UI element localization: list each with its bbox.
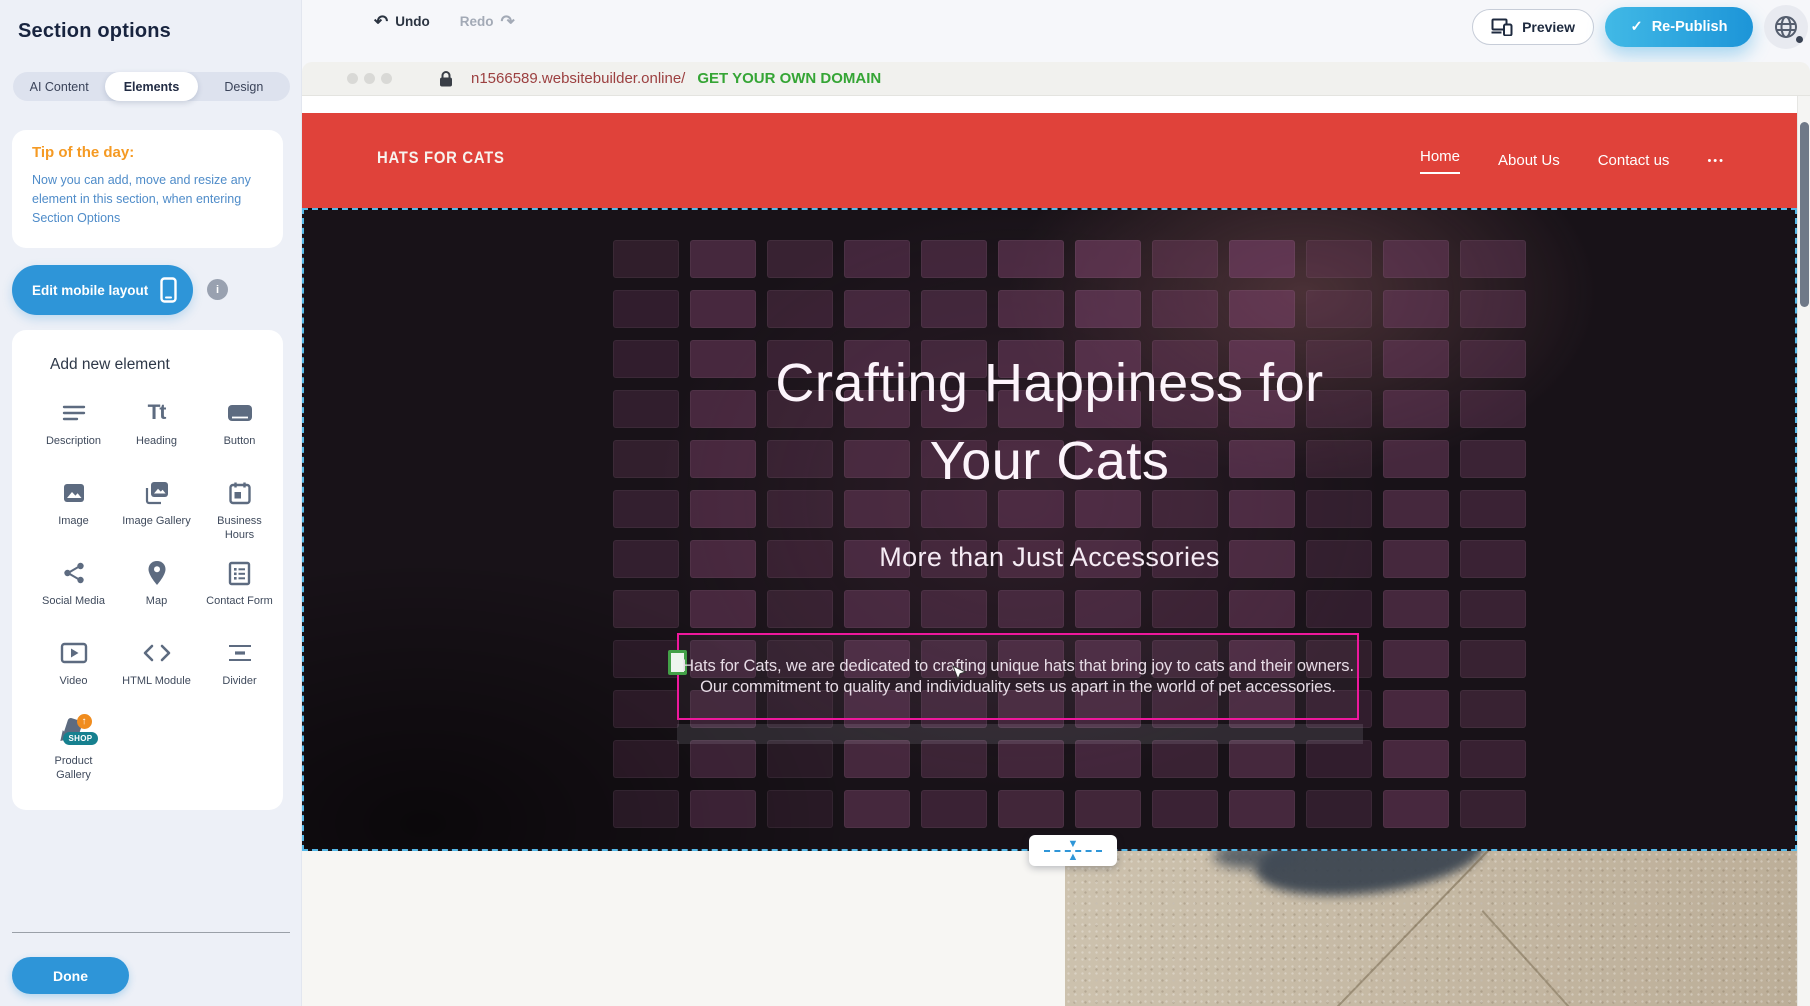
element-divider[interactable]: Divider (198, 630, 281, 710)
tab-ai-content[interactable]: AI Content (13, 72, 105, 101)
html-module-icon (143, 638, 171, 668)
undo-icon: ↶ (374, 13, 388, 30)
upgrade-badge-icon: ↑ (77, 714, 92, 729)
selected-text-element[interactable]: Hats for Cats, we are dedicated to craft… (677, 633, 1359, 720)
shop-badge: SHOP (63, 732, 99, 745)
add-new-element-title: Add new element (50, 356, 170, 374)
nav-item-about-us[interactable]: About Us (1498, 152, 1560, 169)
hero-heading-line2: Your Cats (304, 422, 1795, 500)
element-grid: Description Tt Heading Button Ima (32, 390, 283, 790)
lock-icon (439, 71, 453, 87)
element-description[interactable]: Description (32, 390, 115, 470)
element-html-module[interactable]: HTML Module (115, 630, 198, 710)
product-gallery-icon: ↑ SHOP (56, 718, 92, 748)
republish-label: Re-Publish (1652, 19, 1728, 35)
page-scrollbar (1797, 96, 1810, 1006)
map-icon (147, 558, 167, 588)
preview-label: Preview (1522, 19, 1575, 35)
nav-item-home[interactable]: Home (1420, 148, 1460, 174)
panel-title: Section options (18, 20, 171, 43)
element-contact-form[interactable]: Contact Form (198, 550, 281, 630)
undo-button[interactable]: ↶ Undo (374, 13, 430, 30)
description-icon (61, 398, 87, 428)
tab-elements[interactable]: Elements (105, 72, 197, 101)
button-icon (226, 398, 254, 428)
hero-subtitle[interactable]: More than Just Accessories (304, 542, 1795, 573)
get-your-own-domain-link[interactable]: GET YOUR OWN DOMAIN (697, 70, 881, 87)
republish-button[interactable]: ✓ Re-Publish (1605, 7, 1753, 47)
globe-notification-dot (1796, 36, 1803, 43)
mouse-cursor (952, 665, 966, 683)
social-media-icon (62, 558, 86, 588)
section-options-panel: Section options AI Content Elements Desi… (0, 0, 302, 1006)
undo-label: Undo (395, 14, 430, 29)
redo-label: Redo (460, 14, 494, 29)
nav-more-menu[interactable]: ••• (1707, 155, 1725, 167)
hero-paragraph-line2: Our commitment to quality and individual… (700, 678, 1336, 697)
scrollbar-thumb[interactable] (1800, 122, 1809, 307)
tip-card: Tip of the day: Now you can add, move an… (12, 130, 283, 248)
tab-design[interactable]: Design (198, 72, 290, 101)
done-button[interactable]: Done (12, 957, 129, 994)
floor-image (1065, 851, 1797, 1006)
panel-divider (12, 932, 290, 933)
element-image-gallery[interactable]: Image Gallery (115, 470, 198, 550)
contact-form-icon (228, 558, 251, 588)
history-controls: ↶ Undo Redo ↷ (374, 13, 515, 30)
business-hours-icon (228, 478, 252, 508)
panel-tabs: AI Content Elements Design (13, 72, 290, 101)
devices-icon (1491, 18, 1513, 36)
image-gallery-icon (143, 478, 171, 508)
image-icon (62, 478, 86, 508)
tile-grout-line (1482, 910, 1577, 1006)
window-dots (347, 73, 392, 84)
address-bar-url[interactable]: n1566589.websitebuilder.online/ (471, 70, 685, 87)
hero-section-selected[interactable]: Crafting Happiness for Your Cats More th… (302, 208, 1797, 851)
editor-topbar: ↶ Undo Redo ↷ Preview ✓ Re-Publish (302, 0, 1810, 62)
site-preview-viewport: HATS FOR CATS Home About Us Contact us •… (302, 96, 1797, 1006)
edit-mobile-layout-label: Edit mobile layout (32, 283, 148, 298)
arrow-up-icon: ▲ (1068, 853, 1079, 862)
tip-title: Tip of the day: (32, 144, 265, 161)
element-business-hours[interactable]: Business Hours (198, 470, 281, 550)
hero-heading-line1: Crafting Happiness for (304, 344, 1795, 422)
add-new-element-card: Add new element Description Tt Heading (12, 330, 283, 810)
edit-mobile-layout-button[interactable]: Edit mobile layout (12, 265, 193, 315)
element-hover-highlight (677, 724, 1363, 744)
hero-paragraph-line1: Hats for Cats, we are dedicated to craft… (682, 657, 1354, 676)
redo-icon: ↷ (501, 13, 515, 30)
globe-button[interactable] (1764, 5, 1808, 49)
element-video[interactable]: Video (32, 630, 115, 710)
element-product-gallery[interactable]: ↑ SHOP Product Gallery (32, 710, 115, 790)
heading-icon: Tt (148, 398, 166, 428)
topbar-actions: Preview ✓ Re-Publish (1472, 5, 1808, 49)
check-icon: ✓ (1631, 19, 1643, 35)
element-social-media[interactable]: Social Media (32, 550, 115, 630)
section-resize-handle[interactable]: ▼ ▲ (1029, 835, 1117, 866)
site-logo[interactable]: HATS FOR CATS (377, 149, 505, 168)
website-builder-app: ↶ Undo Redo ↷ Preview ✓ Re-Publish (0, 0, 1810, 1006)
video-icon (60, 638, 88, 668)
redo-button[interactable]: Redo ↷ (460, 13, 515, 30)
arrow-down-icon: ▼ (1068, 840, 1079, 849)
element-heading[interactable]: Tt Heading (115, 390, 198, 470)
divider-icon (227, 638, 253, 668)
element-image[interactable]: Image (32, 470, 115, 550)
tip-body: Now you can add, move and resize any ele… (32, 171, 265, 227)
element-button[interactable]: Button (198, 390, 281, 470)
preview-button[interactable]: Preview (1472, 9, 1594, 45)
info-icon[interactable]: i (207, 279, 228, 300)
phone-icon (160, 277, 177, 303)
next-section[interactable] (302, 851, 1797, 1006)
nav-item-contact-us[interactable]: Contact us (1598, 152, 1670, 169)
element-map[interactable]: Map (115, 550, 198, 630)
site-header: HATS FOR CATS Home About Us Contact us •… (302, 113, 1797, 208)
browser-chrome: n1566589.websitebuilder.online/ GET YOUR… (302, 62, 1810, 96)
site-nav: Home About Us Contact us ••• (1420, 113, 1725, 208)
hero-heading[interactable]: Crafting Happiness for Your Cats (304, 344, 1795, 500)
globe-icon (1773, 14, 1799, 40)
